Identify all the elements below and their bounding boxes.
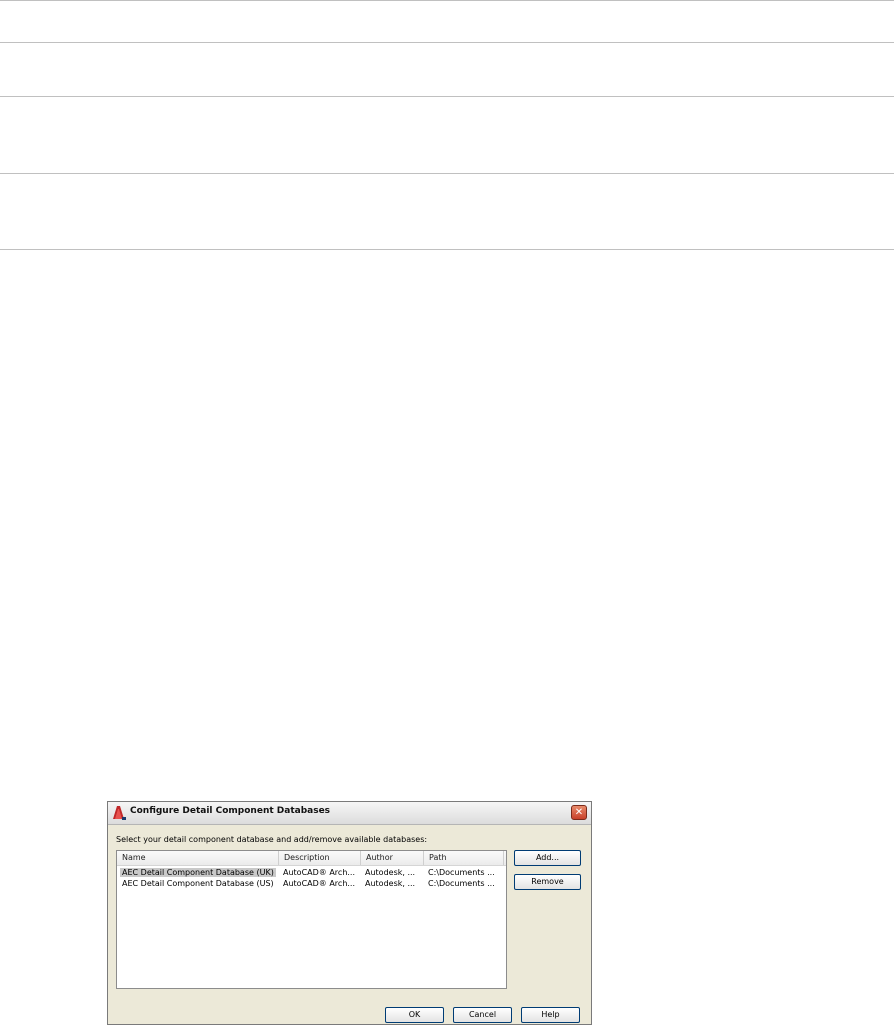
row-name: AEC Detail Component Database (UK) — [120, 868, 276, 877]
row-name: AEC Detail Component Database (US) — [122, 879, 274, 888]
database-list[interactable]: Name Description Author Path AEC Detail … — [116, 850, 507, 989]
table-row[interactable]: AEC Detail Component Database (UK) AutoC… — [117, 867, 506, 878]
column-header-description[interactable]: Description — [279, 851, 361, 865]
instruction-text: Select your detail component database an… — [116, 835, 428, 844]
row-author: Autodesk, ... — [365, 868, 416, 877]
row-path: C:\Documents ... — [428, 879, 495, 888]
ok-button[interactable]: OK — [385, 1007, 444, 1023]
dialog-title: Configure Detail Component Databases — [130, 806, 331, 816]
add-button[interactable]: Add... — [514, 850, 581, 866]
column-header-name[interactable]: Name — [117, 851, 279, 865]
remove-button[interactable]: Remove — [514, 874, 581, 890]
help-button[interactable]: Help — [521, 1007, 580, 1023]
cancel-button[interactable]: Cancel — [453, 1007, 512, 1023]
autocad-architecture-logo-icon — [111, 804, 127, 821]
list-header: Name Description Author Path — [117, 851, 506, 866]
table-rule — [0, 42, 894, 43]
table-row[interactable]: AEC Detail Component Database (US) AutoC… — [117, 878, 506, 889]
row-description: AutoCAD® Arch... — [283, 879, 356, 888]
row-description: AutoCAD® Arch... — [283, 868, 356, 877]
row-author: Autodesk, ... — [365, 879, 416, 888]
configure-databases-dialog: Configure Detail Component Databases ✕ S… — [107, 801, 592, 1025]
column-header-path[interactable]: Path — [424, 851, 504, 865]
row-path: C:\Documents ... — [428, 868, 495, 877]
table-rule — [0, 249, 894, 250]
close-button[interactable]: ✕ — [571, 805, 587, 820]
table-rule — [0, 173, 894, 174]
column-header-author[interactable]: Author — [361, 851, 424, 865]
close-icon: ✕ — [574, 807, 584, 818]
dialog-titlebar[interactable]: Configure Detail Component Databases ✕ — [108, 802, 591, 825]
table-rule — [0, 96, 894, 97]
table-rule — [0, 0, 894, 1]
